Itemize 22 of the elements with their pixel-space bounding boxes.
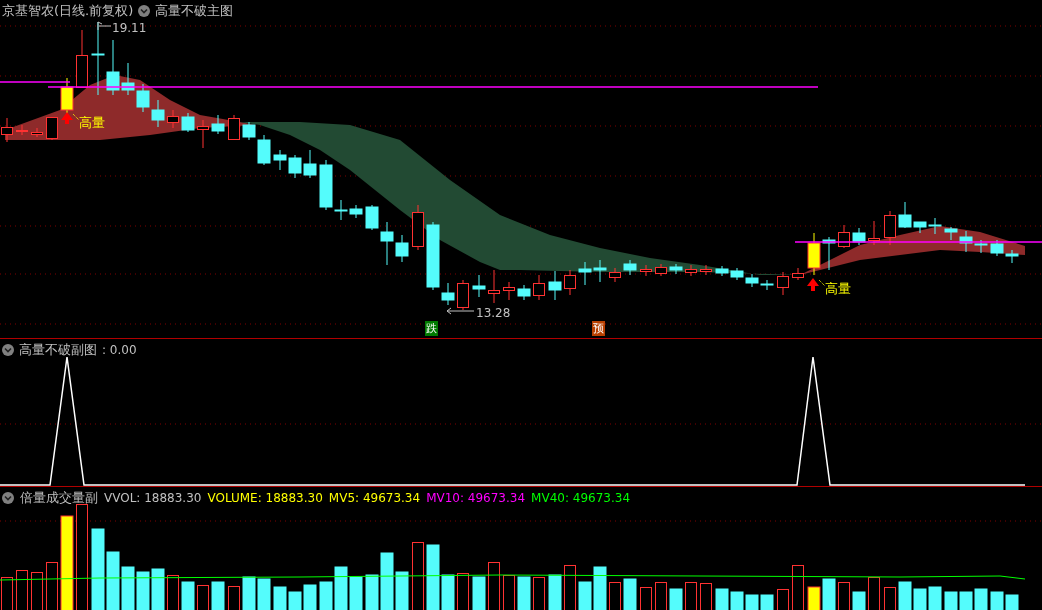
indicator-reading: : 0.00 — [102, 341, 137, 359]
up-arrow-icon — [807, 278, 819, 291]
up-arrow-icon — [61, 112, 73, 124]
indicator-name: 高量不破副图 — [19, 341, 97, 359]
stock-title: 京基智农(日线.前复权) — [2, 2, 134, 20]
indicator-reading: VOLUME: 18883.30 — [207, 489, 323, 507]
indicator-reading: MV5: 49673.34 — [328, 489, 421, 507]
signal-marker: 跌 — [425, 321, 438, 336]
signal-label: 高量 — [825, 280, 851, 298]
collapse-icon[interactable] — [2, 343, 14, 356]
high-price-label: 19.11 — [112, 20, 147, 37]
indicator-name: 倍量成交量副 — [20, 489, 98, 507]
signal-label: 高量 — [79, 114, 105, 132]
collapse-icon[interactable] — [2, 491, 14, 504]
indicator-reading: MV40: 49673.34 — [531, 489, 631, 507]
indicator-name: 高量不破主图 — [155, 2, 234, 20]
signal-marker: 预 — [592, 321, 605, 336]
indicator-reading: VVOL: 18883.30 — [104, 489, 202, 507]
resistance-line — [0, 81, 71, 83]
collapse-icon[interactable] — [138, 4, 151, 17]
low-price-label: 13.28 — [476, 305, 511, 322]
indicator-reading: MV10: 49673.34 — [426, 489, 526, 507]
